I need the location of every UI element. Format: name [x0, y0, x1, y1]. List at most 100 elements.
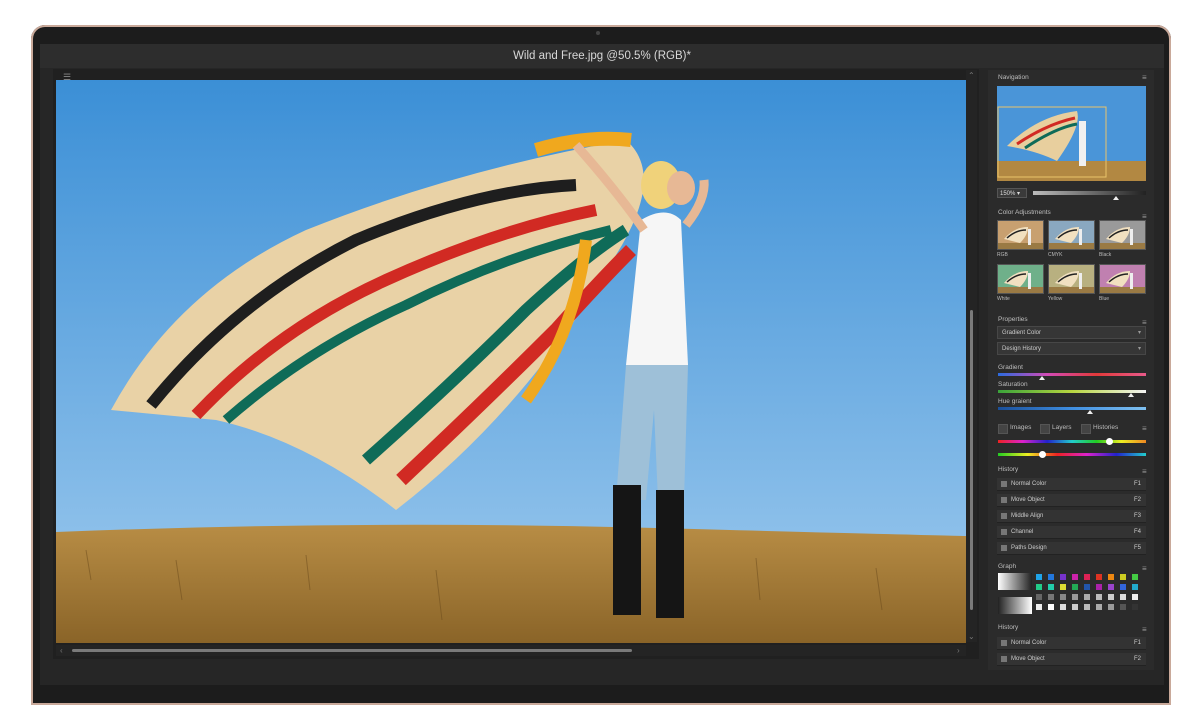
color-swatch[interactable] — [1060, 574, 1066, 580]
scroll-up-arrow-icon[interactable]: ⌃ — [968, 71, 975, 80]
history-menu-icon[interactable]: ≡ — [1142, 467, 1147, 476]
history-row[interactable]: Move Object F2 — [997, 494, 1146, 507]
color-swatch[interactable] — [1084, 594, 1090, 600]
history-item-shortcut: F2 — [1133, 497, 1141, 503]
rainbow-slider-2[interactable] — [998, 453, 1146, 456]
saturation-label: Saturation — [998, 381, 1028, 388]
graph-gradient-preview-2[interactable] — [998, 597, 1032, 614]
color-swatch[interactable] — [1084, 584, 1090, 590]
hue-gradient-slider[interactable] — [998, 407, 1146, 410]
color-adjustment-label: Black — [1099, 252, 1112, 258]
history-row[interactable]: Normal Color F1 — [997, 478, 1146, 491]
color-swatch[interactable] — [1048, 574, 1054, 580]
images-toggle-label: Images — [1010, 424, 1032, 431]
rainbow-slider-1-knob[interactable] — [1106, 438, 1113, 445]
color-swatch[interactable] — [1060, 594, 1066, 600]
navigation-menu-icon[interactable]: ≡ — [1142, 73, 1147, 82]
color-swatch[interactable] — [1084, 604, 1090, 610]
scroll-left-arrow-icon[interactable]: ‹ — [60, 646, 63, 655]
history-item-icon — [1001, 513, 1007, 519]
color-swatch[interactable] — [1132, 574, 1138, 580]
color-swatch[interactable] — [1060, 604, 1066, 610]
color-swatch[interactable] — [1036, 594, 1042, 600]
color-swatch[interactable] — [1048, 604, 1054, 610]
gradient-slider-knob[interactable] — [1039, 376, 1046, 380]
vertical-scroll-thumb[interactable] — [970, 310, 973, 610]
gradient-label: Gradient — [998, 364, 1023, 371]
saturation-slider[interactable] — [998, 390, 1146, 393]
color-adjustment-label: RGB — [997, 252, 1008, 258]
color-swatch[interactable] — [1048, 594, 1054, 600]
graph-menu-icon[interactable]: ≡ — [1142, 564, 1147, 573]
history-row[interactable]: Move Object F2 — [997, 653, 1146, 666]
zoom-slider[interactable] — [1033, 191, 1146, 195]
color-adjustment-rgb-thumbnail[interactable] — [997, 220, 1044, 250]
history-item-label: Normal Color — [1011, 481, 1047, 487]
layers-checkbox[interactable] — [1040, 424, 1050, 434]
color-swatch[interactable] — [1096, 574, 1102, 580]
color-swatch[interactable] — [1036, 574, 1042, 580]
color-swatch[interactable] — [1096, 604, 1102, 610]
layers-toggle-label: Layers — [1052, 424, 1072, 431]
history-2-menu-icon[interactable]: ≡ — [1142, 625, 1147, 634]
color-adjustment-cmyk-thumbnail[interactable] — [1048, 220, 1095, 250]
color-swatch[interactable] — [1108, 604, 1114, 610]
history-item-shortcut: F4 — [1133, 529, 1141, 535]
properties-title: Properties — [998, 316, 1028, 323]
color-swatch[interactable] — [1060, 584, 1066, 590]
color-swatch[interactable] — [1120, 594, 1126, 600]
history-row[interactable]: Paths Design F5 — [997, 542, 1146, 555]
graph-title: Graph — [998, 563, 1017, 570]
scroll-down-arrow-icon[interactable]: ⌄ — [968, 632, 975, 641]
color-swatch[interactable] — [1048, 584, 1054, 590]
color-swatch[interactable] — [1072, 594, 1078, 600]
color-swatch[interactable] — [1108, 574, 1114, 580]
toggles-menu-icon[interactable]: ≡ — [1142, 424, 1147, 433]
color-swatch[interactable] — [1072, 604, 1078, 610]
saturation-slider-knob[interactable] — [1128, 393, 1135, 397]
gradient-color-dropdown[interactable]: Gradient Color ▾ — [997, 326, 1146, 339]
color-swatch[interactable] — [1108, 584, 1114, 590]
gradient-slider[interactable] — [998, 373, 1146, 376]
color-adjustment-black-thumbnail[interactable] — [1099, 220, 1146, 250]
images-checkbox[interactable] — [998, 424, 1008, 434]
color-swatch[interactable] — [1084, 574, 1090, 580]
graph-gradient-preview-1[interactable] — [998, 573, 1032, 590]
history-row[interactable]: Middle Align F3 — [997, 510, 1146, 523]
color-adjustment-white-thumbnail[interactable] — [997, 264, 1044, 294]
histories-checkbox[interactable] — [1081, 424, 1091, 434]
history-item-label: Middle Align — [1011, 513, 1044, 519]
history-item-shortcut: F1 — [1133, 481, 1141, 487]
zoom-slider-knob[interactable] — [1113, 196, 1119, 200]
history-2-title: History — [998, 624, 1019, 631]
color-swatch[interactable] — [1036, 604, 1042, 610]
color-swatch[interactable] — [1096, 594, 1102, 600]
color-swatch[interactable] — [1036, 584, 1042, 590]
history-row[interactable]: Channel F4 — [997, 526, 1146, 539]
window-title: Wild and Free.jpg @50.5% (RGB)* — [40, 44, 1164, 68]
history-row[interactable]: Normal Color F1 — [997, 637, 1146, 650]
color-swatch[interactable] — [1132, 594, 1138, 600]
color-swatch[interactable] — [1132, 584, 1138, 590]
color-swatch[interactable] — [1120, 574, 1126, 580]
color-swatch[interactable] — [1072, 574, 1078, 580]
color-swatch[interactable] — [1132, 604, 1138, 610]
scroll-right-arrow-icon[interactable]: › — [957, 646, 960, 655]
color-adjustment-blue-thumbnail[interactable] — [1099, 264, 1146, 294]
color-adjustment-label: Yellow — [1048, 296, 1063, 302]
history-item-shortcut: F1 — [1133, 640, 1141, 646]
color-adjustment-yellow-thumbnail[interactable] — [1048, 264, 1095, 294]
design-history-dropdown[interactable]: Design History ▾ — [997, 342, 1146, 355]
history-item-icon — [1001, 497, 1007, 503]
color-swatch[interactable] — [1096, 584, 1102, 590]
color-swatch[interactable] — [1120, 584, 1126, 590]
color-swatch[interactable] — [1120, 604, 1126, 610]
color-swatch[interactable] — [1108, 594, 1114, 600]
hue-gradient-slider-knob[interactable] — [1086, 410, 1093, 414]
horizontal-scroll-thumb[interactable] — [72, 649, 632, 652]
zoom-level-field[interactable]: 150% ▾ — [997, 188, 1027, 198]
photo-canvas[interactable] — [56, 80, 966, 643]
color-swatch[interactable] — [1072, 584, 1078, 590]
rainbow-slider-1[interactable] — [998, 440, 1146, 443]
navigator-thumbnail[interactable] — [997, 86, 1146, 181]
